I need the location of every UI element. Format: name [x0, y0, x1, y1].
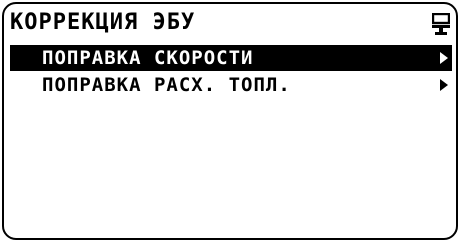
device-icon: [432, 13, 450, 35]
header: КОРРЕКЦИЯ ЭБУ: [10, 9, 452, 37]
menu-item-speed-correction[interactable]: ПОПРАВКА СКОРОСТИ: [10, 45, 452, 71]
lcd-screen: КОРРЕКЦИЯ ЭБУ ПОПРАВКА СКОРОСТИ ПОПРАВКА…: [2, 2, 458, 240]
menu-item-fuel-correction[interactable]: ПОПРАВКА РАСХ. ТОПЛ.: [10, 72, 452, 98]
menu-item-label: ПОПРАВКА РАСХ. ТОПЛ.: [42, 74, 291, 96]
menu-item-label: ПОПРАВКА СКОРОСТИ: [42, 47, 254, 69]
chevron-right-icon: [440, 52, 448, 64]
page-title: КОРРЕКЦИЯ ЭБУ: [10, 10, 196, 35]
chevron-right-icon: [440, 79, 448, 91]
